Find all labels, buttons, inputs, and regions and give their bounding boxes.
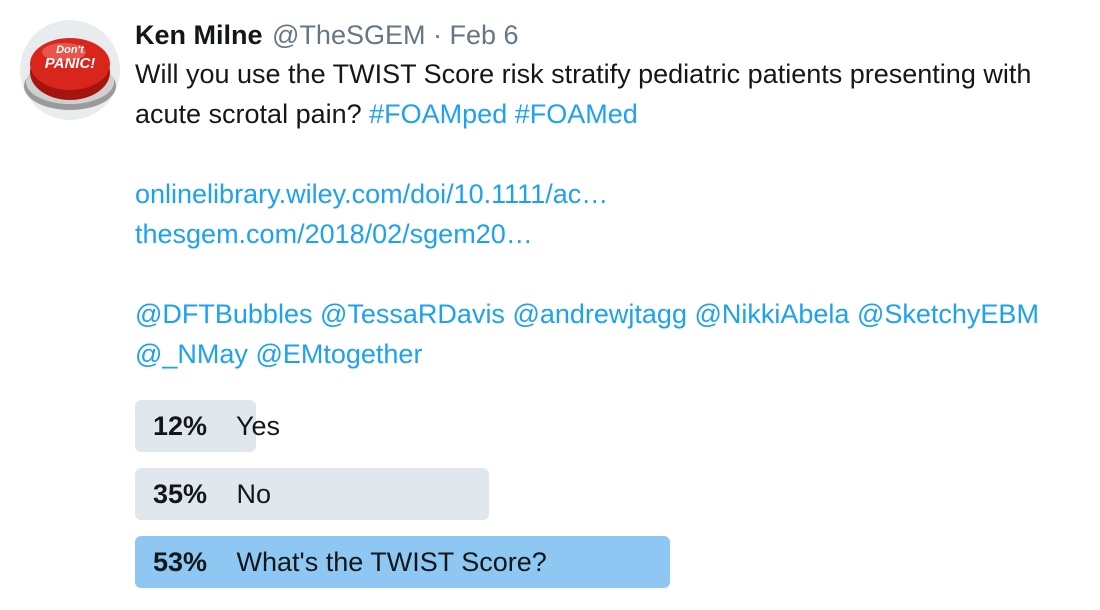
- tweet-date[interactable]: Feb 6: [450, 20, 519, 50]
- tweet-text: Will you use the TWIST Score risk strati…: [135, 54, 1085, 374]
- dont-panic-button-icon: Don't PANIC!: [24, 38, 116, 110]
- poll-choice-whats-twist: 53% What's the TWIST Score?: [135, 536, 670, 588]
- tweet-body: Will you use the TWIST Score risk strati…: [135, 54, 1085, 134]
- poll-percent: 12%: [153, 411, 208, 441]
- hashtag-foamed[interactable]: #FOAMed: [515, 99, 638, 129]
- link-thesgem[interactable]: thesgem.com/2018/02/sgem20…: [135, 219, 533, 249]
- poll-label: No: [236, 479, 272, 509]
- author-handle[interactable]: @TheSGEM: [272, 20, 425, 50]
- mention-tessardavis[interactable]: @TessaRDavis: [320, 299, 505, 329]
- poll-percent: 35%: [153, 479, 208, 509]
- poll-label: What's the TWIST Score?: [236, 547, 547, 577]
- mention-dftbubbles[interactable]: @DFTBubbles: [135, 299, 312, 329]
- mention-sketchyebm[interactable]: @SketchyEBM: [857, 299, 1039, 329]
- poll-choice-yes: 12% Yes: [135, 400, 670, 452]
- mentions-line-1: @DFTBubbles @TessaRDavis @andrewjtagg @N…: [135, 294, 1085, 334]
- poll-label: Yes: [236, 411, 281, 441]
- poll: 12% Yes 35% No 53% What's the TWIST Scor…: [135, 400, 1085, 588]
- tweet-header: Ken Milne @TheSGEM · Feb 6: [135, 18, 1085, 52]
- link-wiley[interactable]: onlinelibrary.wiley.com/doi/10.1111/ac…: [135, 179, 608, 209]
- poll-choice-no: 35% No: [135, 468, 670, 520]
- mention-nikkiabela[interactable]: @NikkiAbela: [694, 299, 849, 329]
- separator-dot: ·: [433, 20, 442, 50]
- poll-percent: 53%: [153, 547, 208, 577]
- link-line: onlinelibrary.wiley.com/doi/10.1111/ac…: [135, 174, 1085, 214]
- avatar-text-line2: PANIC!: [45, 55, 96, 72]
- tweet: Ken Milne @TheSGEM · Feb 6 Will you use …: [135, 18, 1085, 604]
- mention-emtogether[interactable]: @EMtogether: [255, 339, 422, 369]
- avatar[interactable]: Don't PANIC!: [20, 20, 120, 120]
- mention-nmay[interactable]: @_NMay: [135, 339, 248, 369]
- link-line: thesgem.com/2018/02/sgem20…: [135, 214, 1085, 254]
- mentions-line-2: @_NMay @EMtogether: [135, 334, 1085, 374]
- mention-andrewjtagg[interactable]: @andrewjtagg: [512, 299, 687, 329]
- hashtag-foamped[interactable]: #FOAMped: [369, 99, 507, 129]
- author-name[interactable]: Ken Milne: [135, 20, 263, 50]
